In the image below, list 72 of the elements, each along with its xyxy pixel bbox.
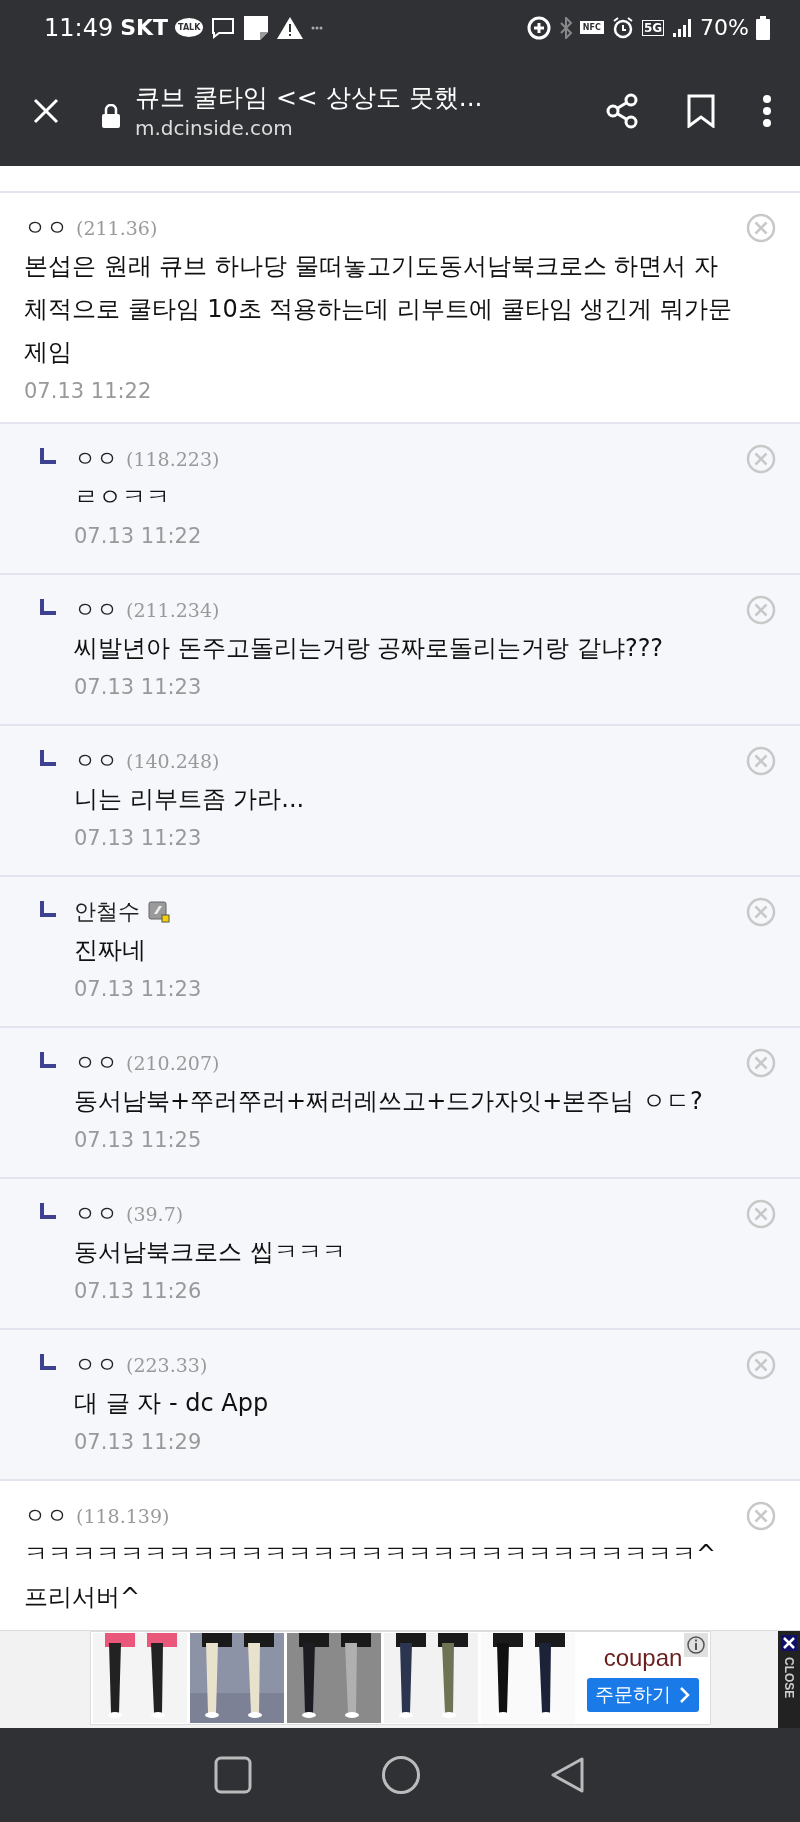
comment-author: ㅇㅇ — [24, 214, 68, 242]
reply-mark-icon — [40, 1203, 56, 1219]
bluetooth-icon — [558, 16, 573, 39]
reply-mark-icon — [40, 1052, 56, 1068]
talk-icon: TALK — [175, 18, 204, 37]
comment-author: 안철수 — [74, 898, 140, 926]
battery-icon — [756, 15, 770, 40]
close-label: CLOSE — [782, 1657, 796, 1699]
comment-time: 07.13 11:23 — [74, 674, 203, 701]
signal-icon — [671, 16, 694, 39]
comment-author: ㅇㅇ — [74, 1200, 118, 1228]
comment-author: ㅇㅇ — [74, 747, 118, 775]
comment-author: ㅇㅇ — [74, 596, 118, 624]
carrier-name: SKT — [120, 15, 169, 40]
comment-time: 07.13 11:22 — [74, 523, 203, 550]
comment-text: 진짜네 — [74, 935, 147, 966]
lock-icon — [101, 103, 121, 128]
comment-ip: (210.207) — [126, 1052, 220, 1074]
page-title: 큐브 쿨타임 << 상상도 못했... — [135, 82, 484, 114]
comment-author: ㅇㅇ — [74, 1351, 118, 1379]
comment-author: ㅇㅇ — [74, 1049, 118, 1077]
comment-time: 07.13 11:26 — [74, 1278, 203, 1305]
comment-ip: (118.139) — [76, 1505, 170, 1527]
comment-author: ㅇㅇ — [24, 1502, 68, 1530]
reply-mark-icon — [40, 1354, 56, 1370]
nfc-icon: NFC — [579, 21, 604, 34]
home-icon[interactable] — [381, 1755, 421, 1795]
bookmark-icon[interactable] — [686, 93, 716, 128]
comment-time: 07.13 11:29 — [74, 1429, 203, 1456]
comment-time: 07.13 11:23 — [74, 976, 203, 1003]
network-type-icon: 5G — [641, 19, 665, 36]
comment-ip: (39.7) — [126, 1203, 184, 1225]
reply-mark-icon — [40, 448, 56, 464]
comment-ip: (223.33) — [126, 1354, 208, 1376]
recents-icon[interactable] — [214, 1756, 253, 1794]
status-time: 11:49 — [44, 13, 114, 42]
page-url: m.dcinside.com — [135, 116, 294, 140]
reply-mark-icon — [40, 599, 56, 615]
menu-icon[interactable] — [762, 93, 772, 128]
comment-time: 07.13 11:22 — [24, 378, 153, 405]
back-icon[interactable] — [549, 1756, 586, 1794]
comment-text: 니는 리부트좀 가라... — [74, 784, 306, 815]
warning-icon — [276, 15, 305, 40]
note-icon — [243, 14, 270, 41]
data-saver-icon — [525, 14, 552, 41]
reply-mark-icon — [40, 750, 56, 766]
close-icon[interactable] — [33, 97, 59, 124]
comment-text: 본섭은 원래 큐브 하나당 물떠놓고기도동서남북크로스 하면서 자체적으로 쿨타임 10초 적용하는데 리부트에 쿨타임 생긴게 뭐가문제임 — [24, 251, 733, 368]
comment-text: 동서남북크로스 씹ㅋㅋㅋ — [74, 1237, 347, 1268]
comment-text: ㅋㅋㅋㅋㅋㅋㅋㅋㅋㅋㅋㅋㅋㅋㅋㅋㅋㅋㅋㅋㅋㅋㅋㅋㅋㅋㅋㅋ^프리서버^ — [24, 1539, 718, 1613]
battery-percent: 70% — [700, 15, 749, 40]
comment-text: 씨발년아 돈주고돌리는거랑 공짜로돌리는거랑 같냐??? — [74, 633, 665, 664]
comment-text: 동서남북+쭈러쭈러+쩌러레쓰고+드가자잇+본주님 ㅇㄷ? — [74, 1086, 704, 1117]
comment-ip: (211.36) — [76, 217, 158, 239]
order-button[interactable]: 주문하기 — [587, 1678, 699, 1712]
comment-time: 07.13 11:25 — [74, 1127, 203, 1154]
ad-close-button[interactable]: CLOSE — [778, 1631, 800, 1728]
chat-bubble-icon — [210, 15, 237, 40]
comment-author: ㅇㅇ — [74, 445, 118, 473]
comment-ip: (211.234) — [126, 599, 220, 621]
info-icon[interactable] — [684, 1633, 708, 1657]
comment-text: 대 글 자 - dc App — [74, 1388, 270, 1419]
comment-time: 07.13 11:23 — [74, 825, 203, 852]
reply-mark-icon — [40, 901, 56, 917]
comment-ip: (118.223) — [126, 448, 220, 470]
share-icon[interactable] — [604, 92, 640, 129]
comment-ip: (140.248) — [126, 750, 220, 772]
more-icon — [311, 24, 324, 31]
comment-text: ㄹㅇㅋㅋ — [74, 482, 171, 513]
brand-logo: coupan — [603, 1644, 683, 1672]
close-icon — [781, 1635, 797, 1651]
chevron-icon — [679, 1686, 691, 1704]
